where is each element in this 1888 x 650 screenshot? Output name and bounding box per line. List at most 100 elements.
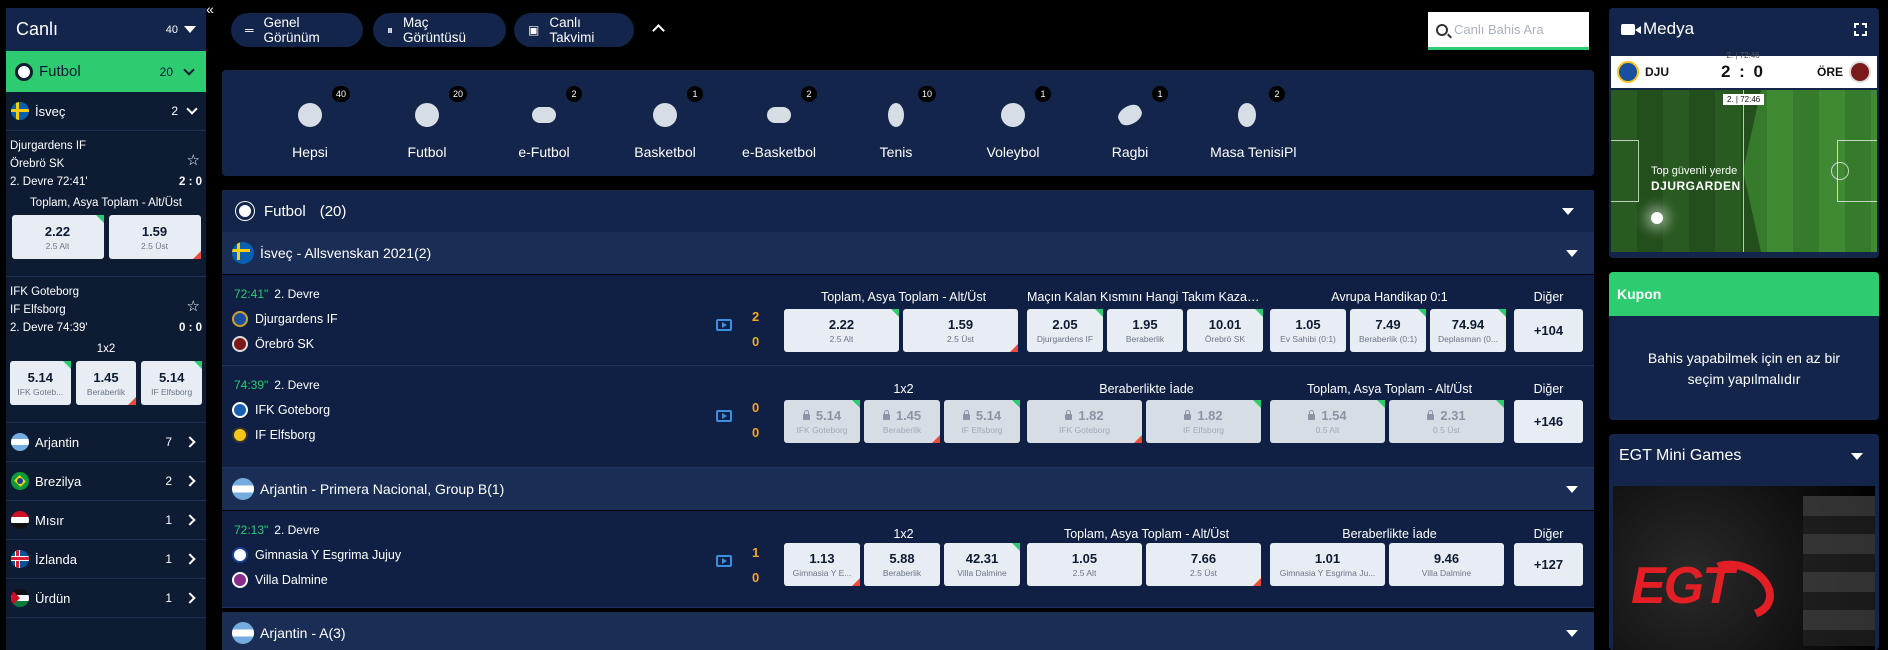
argentina-flag-icon (232, 622, 254, 644)
odd-button[interactable]: 1.59 2.5 Üst (903, 309, 1018, 352)
country-count: 1 (165, 591, 172, 605)
odd-button[interactable]: 74.94 Deplasman (0... (1430, 309, 1506, 352)
match-score: 2 : 0 (178, 176, 202, 188)
odd-button[interactable]: 2.22 2.5 Alt (11, 215, 104, 259)
more-markets-button[interactable]: +146 (1514, 400, 1583, 443)
live-calendar-button[interactable]: ▣ Canlı Takvimi (514, 13, 634, 47)
sport-tab-tennis[interactable]: 10 Tenis (836, 70, 956, 176)
live-search-box[interactable] (1428, 12, 1589, 50)
sidebar-country-jordan[interactable]: Ürdün 1 (6, 579, 206, 618)
odd-button[interactable]: 5.14 IFK Goteb... (10, 361, 71, 405)
league-header[interactable]: Arjantin - Primera Nacional, Group B(1) (222, 468, 1594, 510)
slot-reels-image (1803, 496, 1875, 646)
odd-button[interactable]: 42.31 Villa Dalmine (944, 543, 1020, 586)
sport-count-badge: 2 (1269, 86, 1285, 102)
sidebar-header[interactable]: Canlı 40 (6, 8, 206, 51)
odd-button-locked[interactable]: 5.14 IFK Goteborg (784, 400, 860, 443)
coupon-panel: Kupon Bahis yapabilmek için en az bir se… (1609, 272, 1879, 420)
favorite-star-icon[interactable]: ☆ (187, 151, 200, 169)
search-icon (1436, 23, 1448, 36)
market-title: Diğer (1533, 527, 1564, 541)
caret-down-icon[interactable] (184, 26, 196, 33)
sidebar-country-brazil[interactable]: Brezilya 2 (6, 462, 206, 501)
sport-tab-more[interactable]: Pl (1284, 70, 1364, 176)
market-title: Beraberlikte İade (1099, 382, 1194, 396)
odd-button[interactable]: 1.05 Ev Sahibi (0:1) (1270, 309, 1346, 352)
more-markets-button[interactable]: +127 (1514, 543, 1583, 586)
sidebar-count: 40 (165, 23, 178, 36)
odd-button[interactable]: 10.01 Örebrö SK (1187, 309, 1263, 352)
odd-button[interactable]: 1.01 Gimnasia Y Esgrima Ju... (1270, 543, 1385, 586)
sport-section-header[interactable]: Futbol (20) (222, 190, 1594, 232)
odd-button-locked[interactable]: 5.14 IF Elfsborg (944, 400, 1020, 443)
odd-button[interactable]: 2.05 Djurgardens IF (1027, 309, 1103, 352)
video-camera-icon (1621, 23, 1641, 35)
odd-button-locked[interactable]: 2.31 0.5 Üst (1389, 400, 1504, 443)
chevron-up-icon[interactable] (652, 24, 665, 37)
sidebar-country-iceland[interactable]: İzlanda 1 (6, 540, 206, 579)
event-row[interactable]: 72:13" 2. Devre Gimnasia Y Esgrima Jujuy … (222, 511, 1594, 608)
sidebar-match[interactable]: Djurgardens IF Örebrö SK 2. Devre 72:41'… (6, 131, 206, 277)
odd-button[interactable]: 1.45 Beraberlik (75, 361, 137, 405)
odd-button-locked[interactable]: 1.54 0.5 Alt (1270, 400, 1385, 443)
sport-tab-ebasketball[interactable]: 2 e-Basketbol (719, 70, 839, 176)
egt-header[interactable]: EGT Mini Games (1609, 434, 1879, 478)
market-title: Toplam, Asya Toplam - Alt/Üst (820, 290, 987, 304)
odd-button-locked[interactable]: 1.82 IFK Goteborg (1027, 400, 1142, 443)
home-team: IFK Goteborg (10, 286, 80, 298)
league-header[interactable]: Arjantin - A(3) (222, 612, 1594, 650)
sport-tab-volleyball[interactable]: 1 Voleybol (953, 70, 1073, 176)
sport-tab-football[interactable]: 20 Futbol (367, 70, 487, 176)
odd-label: 2.5 Üst (141, 240, 168, 251)
egt-banner[interactable]: EGT (1613, 486, 1875, 650)
sidebar-sport-football[interactable]: Futbol 20 (6, 51, 206, 92)
event-row[interactable]: 74:39" 2. Devre IFK Goteborg IF Elfsborg … (222, 366, 1594, 468)
live-tv-icon[interactable] (716, 410, 732, 422)
odd-button[interactable]: 5.14 IF Elfsborg (141, 361, 203, 405)
chevron-right-icon (184, 514, 196, 526)
brazil-flag-icon (11, 472, 29, 490)
more-markets-button[interactable]: +104 (1514, 309, 1583, 352)
sport-tab-efootball[interactable]: 2 e-Futbol (484, 70, 604, 176)
coupon-empty-message: Bahis yapabilmek için en az bir seçim ya… (1647, 350, 1841, 387)
sport-tab-label: e-Basketbol (742, 144, 816, 160)
odd-button-locked[interactable]: 1.82 IF Elfsborg (1146, 400, 1261, 443)
odd-button[interactable]: 9.46 Villa Dalmine (1389, 543, 1504, 586)
odd-button[interactable]: 1.05 2.5 Alt (1027, 543, 1142, 586)
live-tv-icon[interactable] (716, 555, 732, 567)
sidebar-match[interactable]: IFK Goteborg IF Elfsborg 2. Devre 74:39'… (6, 277, 206, 423)
sport-tab-basketball[interactable]: 1 Basketbol (605, 70, 725, 176)
odd-button[interactable]: 7.49 Beraberlik (0:1) (1350, 309, 1426, 352)
odd-button[interactable]: 1.59 2.5 Üst (108, 215, 201, 259)
lock-icon (802, 409, 810, 420)
sidebar-country-sweden[interactable]: İsveç 2 (6, 92, 206, 131)
away-score: 0 (752, 570, 760, 585)
sport-tab-all[interactable]: 40 Hepsi (250, 70, 370, 176)
odd-label: 2.5 Alt (829, 334, 854, 344)
live-tv-icon[interactable] (716, 319, 732, 331)
away-team: Örebrö SK (232, 336, 314, 352)
collapse-sidebar-icon[interactable]: « (200, 0, 220, 18)
odd-button-locked[interactable]: 1.45 Beraberlik (864, 400, 940, 443)
event-row[interactable]: 72:41" 2. Devre Djurgardens IF Örebrö SK … (222, 275, 1594, 366)
odd-button[interactable]: 1.95 Beraberlik (1107, 309, 1183, 352)
lock-icon (1427, 409, 1435, 420)
favorite-star-icon[interactable]: ☆ (187, 297, 200, 315)
fullscreen-icon[interactable] (1854, 22, 1867, 36)
league-name: Arjantin - A(3) (260, 625, 346, 641)
match-view-button[interactable]: ⏸ Maç Görüntüsü (373, 13, 506, 47)
odd-button[interactable]: 2.22 2.5 Alt (784, 309, 899, 352)
odd-button[interactable]: 7.66 2.5 Üst (1146, 543, 1261, 586)
odd-button[interactable]: 5.88 Beraberlik (864, 543, 940, 586)
search-input[interactable] (1454, 22, 1574, 37)
sport-tab-rugby[interactable]: 1 Ragbi (1070, 70, 1190, 176)
odd-button[interactable]: 1.13 Gimnasia Y E... (784, 543, 860, 586)
sidebar-country-egypt[interactable]: Mısır 1 (6, 501, 206, 540)
sport-name: Futbol (39, 63, 81, 80)
league-header[interactable]: İsveç - Allsvenskan 2021(2) (222, 232, 1594, 274)
sport-count-badge: 2 (801, 86, 817, 102)
general-view-button[interactable]: ═ Genel Görünüm (231, 13, 363, 47)
sidebar-country-argentina[interactable]: Arjantin 7 (6, 423, 206, 462)
list-icon: ═ (245, 23, 254, 37)
pitch-time: 2. | 72:46 (1723, 94, 1765, 105)
